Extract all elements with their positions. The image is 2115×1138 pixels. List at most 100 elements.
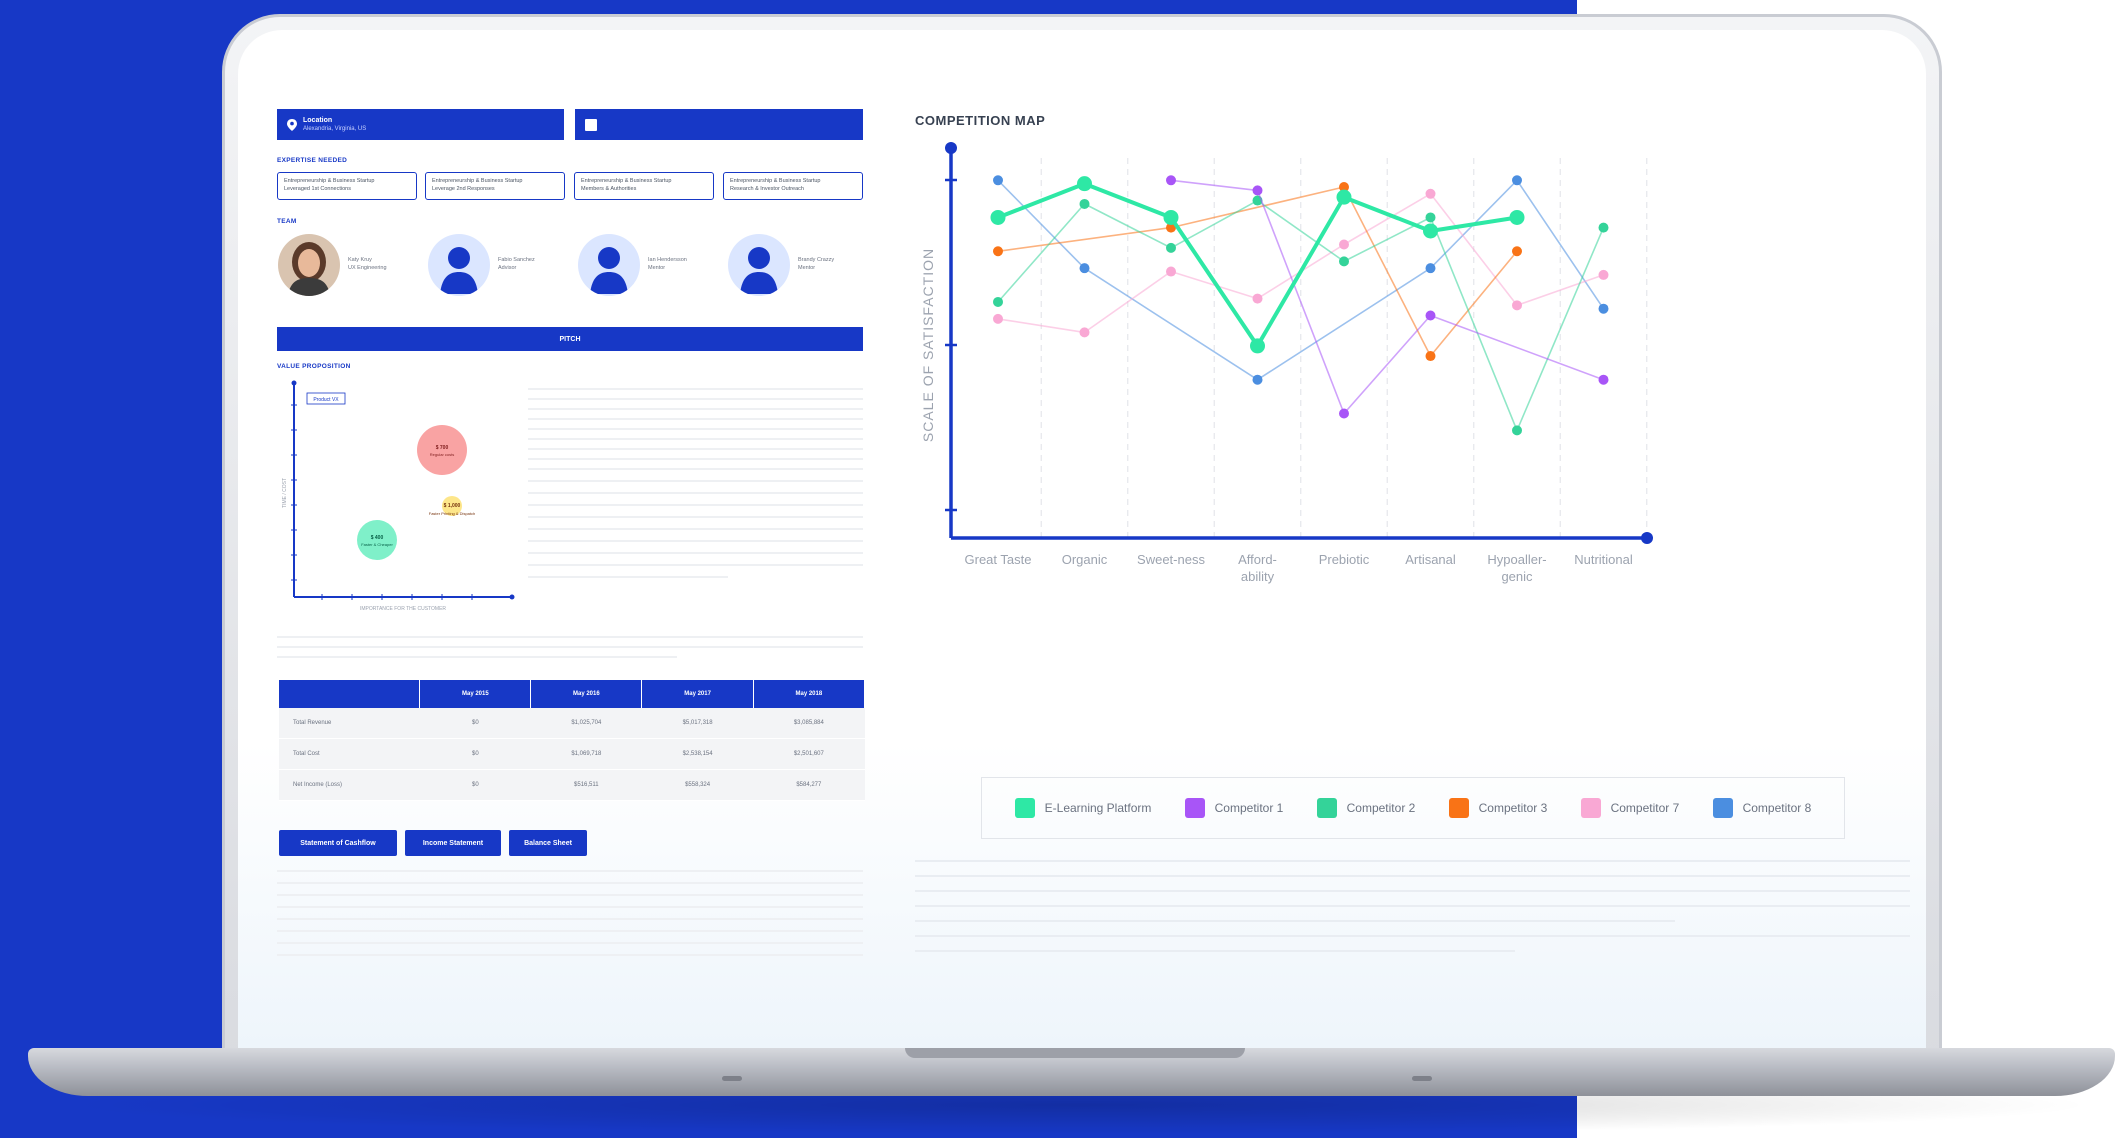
table-row: Total Revenue $0 $1,025,704 $5,017,318 $… — [279, 708, 865, 739]
avatar-placeholder[interactable] — [428, 234, 490, 296]
member-role: Advisor — [498, 265, 517, 271]
member-name: Katy Kruy — [348, 257, 372, 263]
data-point — [1598, 269, 1609, 280]
table-cell: $0 — [419, 769, 531, 801]
data-point — [1252, 293, 1263, 304]
pitch-button[interactable]: PITCH — [277, 327, 863, 351]
data-point — [990, 209, 1006, 225]
user-silhouette-icon — [740, 247, 778, 294]
x-tick-label: Hypoaller- — [1487, 552, 1546, 567]
data-point — [1512, 300, 1522, 311]
expertise-tag[interactable]: Entrepreneurship & Business Startup Rese… — [723, 172, 863, 200]
data-point — [1598, 303, 1609, 314]
expertise-tag[interactable]: Entrepreneurship & Business Startup Leve… — [277, 172, 417, 200]
data-point — [1166, 242, 1176, 253]
location-bar[interactable]: Location Alexandria, Virginia, US — [277, 109, 564, 140]
legend-item-competitor-7[interactable]: Competitor 7 — [1580, 798, 1680, 818]
table-header — [279, 680, 421, 708]
statement-of-cashflow-button[interactable]: Statement of Cashflow — [279, 830, 397, 856]
table-cell: $5,017,318 — [641, 708, 754, 739]
expertise-tag[interactable]: Entrepreneurship & Business Startup Leve… — [425, 172, 565, 200]
bubble-axis-end — [509, 594, 515, 600]
expertise-tag[interactable]: Entrepreneurship & Business Startup Memb… — [574, 172, 714, 200]
data-point — [1512, 175, 1522, 186]
legend-item-elearning[interactable]: E-Learning Platform — [1014, 798, 1152, 818]
table-header: May 2016 — [530, 680, 643, 708]
table-cell: $3,085,884 — [753, 708, 865, 739]
data-point — [1512, 246, 1522, 257]
legend-label: Competitor 1 — [1214, 801, 1284, 815]
avatar-photo[interactable] — [278, 234, 340, 296]
member-name: Ian Hendersson — [648, 257, 687, 263]
data-point — [1425, 310, 1436, 321]
table-cell: $1,025,704 — [530, 708, 642, 739]
x-tick-label: genic — [1501, 569, 1533, 584]
location-value: Alexandria, Virginia, US — [303, 125, 367, 132]
bubble-value: $ 400 — [371, 535, 384, 541]
bubble-legend: Product VX — [313, 397, 339, 403]
table-row-label: Total Revenue — [279, 708, 420, 739]
laptop-foot-left — [722, 1076, 742, 1081]
table-header: May 2015 — [419, 680, 532, 708]
data-point — [1166, 175, 1176, 186]
member-name: Brandy Crazzy — [798, 257, 835, 263]
legend-label: E-Learning Platform — [1044, 801, 1152, 815]
income-statement-button[interactable]: Income Statement — [405, 830, 501, 856]
legend-label: Competitor 7 — [1610, 801, 1680, 815]
competition-map-title: COMPETITION MAP — [915, 113, 1046, 128]
avatar-placeholder[interactable] — [728, 234, 790, 296]
expertise-line2: Members & Authorities — [581, 186, 637, 192]
legend-swatch — [1316, 798, 1337, 818]
balance-sheet-button[interactable]: Balance Sheet — [509, 830, 587, 856]
user-silhouette-icon — [590, 247, 628, 294]
bubble-value: $ 1,000 — [444, 503, 461, 509]
expertise-line2: Research & Investor Outreach — [730, 186, 804, 192]
data-point — [1512, 425, 1522, 436]
laptop-notch — [905, 1048, 1245, 1058]
expertise-label: EXPERTISE NEEDED — [277, 157, 348, 164]
expertise-line2: Leveraged 1st Connections — [284, 186, 351, 192]
x-tick-label: ability — [1241, 569, 1275, 584]
table-cell: $2,501,607 — [753, 738, 865, 770]
x-tick-label: Organic — [1062, 552, 1108, 567]
bubble-y-label: TIME / COST — [282, 478, 288, 508]
table-cell: $1,069,718 — [530, 738, 642, 770]
avatar-placeholder[interactable] — [578, 234, 640, 296]
data-point — [993, 313, 1003, 324]
data-point — [1079, 198, 1090, 209]
legend-item-competitor-1[interactable]: Competitor 1 — [1184, 798, 1284, 818]
x-tick-label: Sweet-ness — [1137, 552, 1205, 567]
data-point — [1250, 338, 1265, 354]
data-point — [1339, 408, 1349, 419]
data-point — [1339, 239, 1349, 250]
legend-item-competitor-8[interactable]: Competitor 8 — [1712, 798, 1811, 818]
calendar-bar[interactable] — [575, 109, 863, 140]
x-tick-label: Prebiotic — [1319, 552, 1370, 567]
data-point — [993, 296, 1003, 307]
bubble-axis-end — [291, 380, 297, 386]
y-axis-end — [945, 142, 957, 154]
table-header: May 2017 — [641, 680, 754, 708]
member-role: Mentor — [798, 265, 816, 271]
member-role: UX Engineering — [348, 265, 387, 271]
table-row: Total Cost $0 $1,069,718 $2,538,154 $2,5… — [279, 738, 865, 770]
legend-swatch — [1014, 798, 1035, 818]
competition-map-chart: SCALE OF SATISFACTION Great Taste Organic S… — [920, 142, 1653, 584]
legend-swatch — [1184, 798, 1205, 818]
data-point — [1425, 263, 1436, 274]
laptop-screen: Location Alexandria, Virginia, US EXPERT… — [238, 30, 1926, 1048]
location-label: Location — [303, 116, 333, 124]
data-point — [1425, 212, 1436, 223]
legend-item-competitor-3[interactable]: Competitor 3 — [1448, 798, 1547, 818]
team-label: TEAM — [277, 218, 297, 225]
legend-item-competitor-2[interactable]: Competitor 2 — [1316, 798, 1415, 818]
financials-table: May 2015 May 2016 May 2017 May 2018 Tota… — [279, 680, 866, 801]
data-point — [1339, 256, 1349, 267]
expertise-line1: Entrepreneurship & Business Startup — [432, 178, 523, 184]
expertise-line1: Entrepreneurship & Business Startup — [730, 178, 821, 184]
bubble-value: $ 700 — [436, 445, 449, 451]
bubble-x-label: IMPORTANCE FOR THE CUSTOMER — [360, 606, 446, 612]
data-point — [1336, 189, 1352, 205]
legend-swatch — [1448, 798, 1469, 818]
bubble-label: Faster & Cheaper — [361, 542, 393, 547]
